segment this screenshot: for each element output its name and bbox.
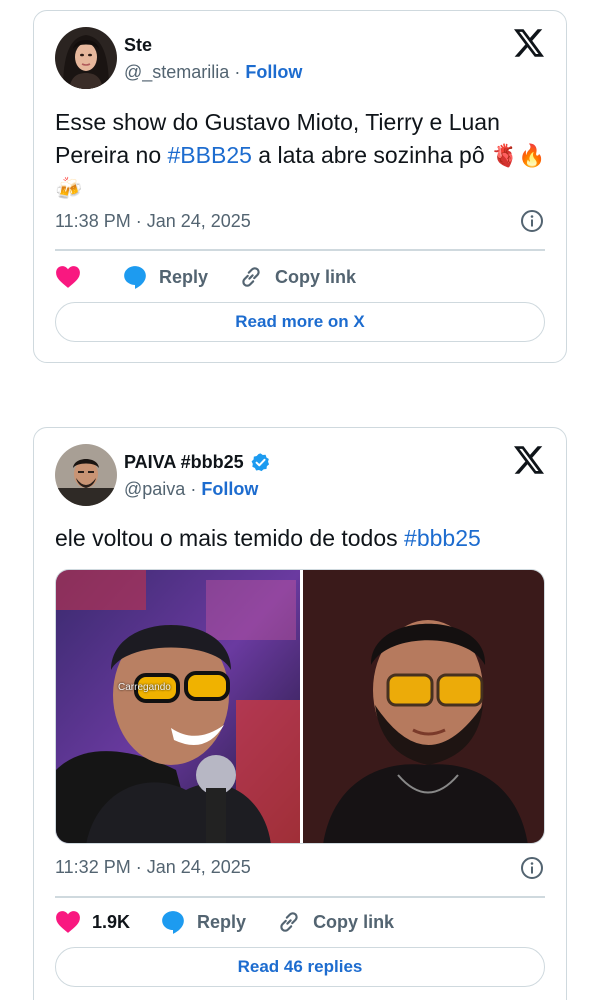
like-button[interactable] [55,265,92,289]
handle[interactable]: @paiva [124,479,185,499]
loading-overlay-text: Carregando [118,682,171,693]
author-handle-row: @paiva · Follow [124,479,258,500]
verified-badge-icon [250,452,271,473]
avatar[interactable] [55,27,117,89]
reply-bubble-icon [124,266,146,289]
action-bar: Reply Copy link [55,262,545,292]
tweet-text: ele voltou o mais temido de todos #bbb25 [55,522,546,555]
read-more-button[interactable]: Read more on X [55,302,545,342]
read-replies-button[interactable]: Read 46 replies [55,947,545,987]
divider [55,896,545,898]
media-image-right[interactable] [300,570,544,843]
follow-link[interactable]: Follow [201,479,258,499]
tweet-text: Esse show do Gustavo Mioto, Tierry e Lua… [55,106,546,205]
reply-bubble-icon [162,911,184,934]
tweet-text-tail: a lata abre sozinha pô [251,142,485,168]
avatar-image [55,444,117,506]
concert-photo [56,570,300,843]
x-logo-icon[interactable] [514,29,544,57]
author-name-text: Ste [124,35,153,55]
link-icon [280,912,298,932]
author-name-text: PAIVA #bbb25 [124,452,244,472]
copy-link-button[interactable]: Copy link [238,264,356,290]
author-name[interactable]: PAIVA #bbb25 [124,452,271,473]
follow-link[interactable]: Follow [245,62,302,82]
tweet-card-2: PAIVA #bbb25 @paiva · Follow ele voltou … [33,427,567,1000]
reply-label: Reply [159,266,209,287]
media-gallery[interactable]: Carregando [55,569,545,844]
timestamp[interactable]: 11:32 PM · Jan 24, 2025 [55,857,251,878]
avatar[interactable] [55,444,117,506]
author-name[interactable]: Ste [124,35,152,56]
author-handle-row: @_stemarilia · Follow [124,62,302,83]
heart-icon [56,266,80,288]
media-image-left[interactable]: Carregando [56,570,300,843]
like-count: 1.9K [92,911,131,932]
reply-label: Reply [197,911,247,932]
copy-link-label: Copy link [313,911,395,932]
x-logo-icon[interactable] [514,446,544,474]
handle[interactable]: @_stemarilia [124,62,229,82]
copy-link-label: Copy link [275,266,357,287]
hashtag-link[interactable]: #BBB25 [168,142,252,168]
link-icon [242,267,260,287]
like-button[interactable]: 1.9K [55,910,130,934]
info-icon[interactable] [520,209,544,233]
portrait-photo [303,570,544,843]
separator: · [190,479,197,499]
divider [55,249,545,251]
action-bar: 1.9K Reply Copy link [55,907,545,937]
heart-icon [56,911,80,933]
tweet-card-1: Ste @_stemarilia · Follow Esse show do G… [33,10,567,363]
timestamp[interactable]: 11:38 PM · Jan 24, 2025 [55,211,251,232]
avatar-image [55,27,117,89]
tweet-text-body: ele voltou o mais temido de todos [55,525,405,551]
reply-button[interactable]: Reply [122,264,208,290]
separator: · [234,62,241,82]
info-icon[interactable] [520,856,544,880]
copy-link-button[interactable]: Copy link [276,909,394,935]
hashtag-link[interactable]: #bbb25 [404,525,481,551]
reply-button[interactable]: Reply [160,909,246,935]
